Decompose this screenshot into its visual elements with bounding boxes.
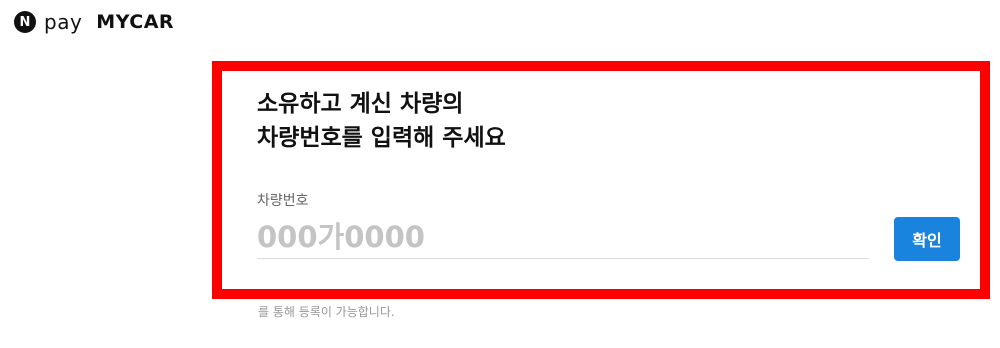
title-line-1: 소유하고 계신 차량의 xyxy=(257,91,464,117)
confirm-button[interactable]: 확인 xyxy=(894,217,960,261)
naver-n-icon: N xyxy=(14,11,36,33)
page-title: 소유하고 계신 차량의 차량번호를 입력해 주세요 xyxy=(257,87,506,155)
helper-line-visible: 를 통해 등록이 가능합니다. xyxy=(258,305,395,319)
plate-number-label: 차량번호 xyxy=(257,193,309,209)
title-line-2: 차량번호를 입력해 주세요 xyxy=(257,125,506,151)
vehicle-registration-panel: 소유하고 계신 차량의 차량번호를 입력해 주세요 차량번호 확인 xyxy=(222,68,972,284)
brand-logo[interactable]: N pay MYCAR xyxy=(14,11,174,33)
brand-pay-text: pay xyxy=(44,10,83,34)
brand-mycar-text: MYCAR xyxy=(96,11,175,33)
plate-number-input[interactable] xyxy=(257,216,869,259)
